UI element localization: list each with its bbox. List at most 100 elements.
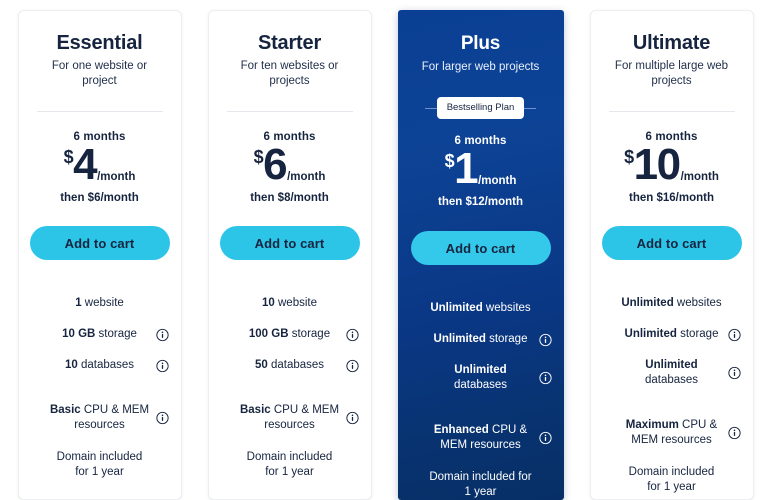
feature-item: Enhanced CPU & MEM resources [408,415,554,461]
plan-name: Plus [460,33,501,54]
feature-label: 10 website [262,296,317,311]
feature-highlight: Basic [49,404,81,416]
info-icon[interactable] [727,328,741,341]
renewal-price: then $6/month [60,192,139,204]
feature-rest: CPU & MEM resources [74,404,150,431]
feature-highlight: 100 GB [248,328,289,340]
add-to-cart-button[interactable]: Add to cart [29,226,170,260]
feature-list: Unlimited websites Unlimited storage Unlim… [601,288,743,495]
feature-label: 50 databases [255,358,324,373]
feature-label: Basic CPU & MEM resources [49,403,151,433]
feature-label: Unlimited storage [625,327,719,342]
feature-item: 50 databases [219,350,361,381]
feature-label: Domain included for 1 year [239,450,341,480]
feature-rest: Domain included for 1 year [628,465,715,493]
feature-label: Unlimited storage [434,332,528,347]
currency-symbol: $ [444,151,455,171]
info-icon[interactable] [538,333,552,346]
bestselling-badge-row: Bestselling Plan [408,97,554,119]
info-icon[interactable] [345,359,359,372]
feature-rest: storage [485,333,528,345]
renewal-price: then $12/month [438,196,523,208]
price-amount: 1 [454,144,478,193]
currency-symbol: $ [624,147,634,167]
feature-item: Unlimited websites [601,288,743,319]
feature-rest: Domain included for 1 year [246,450,333,478]
card-divider [226,111,353,112]
info-icon[interactable] [345,411,359,425]
feature-label: Maximum CPU & MEM resources [621,418,723,448]
feature-highlight: Unlimited [454,364,507,376]
feature-highlight: Unlimited [645,359,698,371]
feature-item: 1 website [29,288,171,319]
feature-highlight: Basic [239,404,271,416]
info-icon[interactable] [155,328,169,341]
feature-highlight: Enhanced [433,424,489,436]
info-icon[interactable] [155,359,169,372]
add-to-cart-button[interactable]: Add to cart [601,226,742,260]
feature-item: 100 GB storage [219,319,361,350]
feature-label: Enhanced CPU & MEM resources [428,423,534,453]
feature-highlight: 10 GB [62,328,96,340]
add-to-cart-button[interactable]: Add to cart [410,231,551,265]
renewal-price: then $16/month [629,192,714,204]
feature-label: Domain included for 1 year [428,470,534,500]
feature-rest: CPU & MEM resources [264,404,340,431]
price-row: $4/month [63,143,136,187]
feature-rest: databases [77,359,135,371]
price-period: /month [287,170,326,183]
feature-label: Basic CPU & MEM resources [239,403,341,433]
feature-rest: storage [676,328,719,340]
badge-divider-left [424,107,437,109]
feature-rest: website [274,297,317,309]
feature-list: 1 website 10 GB storage 10 databases Basic … [29,288,171,480]
price-amount: 10 [633,140,681,189]
feature-item: Unlimited storage [408,324,554,355]
info-icon[interactable] [727,426,741,440]
feature-highlight: Unlimited [621,297,674,309]
price-period: /month [97,170,136,183]
feature-item: Unlimited storage [601,319,743,350]
feature-rest: website [81,297,124,309]
feature-label: 1 website [75,296,124,311]
pricing-card-essential: Essential For one website or project 6 mon… [17,10,182,500]
feature-rest: databases [453,379,508,391]
feature-item: Basic CPU & MEM resources [29,395,171,441]
plan-tagline: For larger web projects [421,61,540,73]
feature-list: Unlimited websites Unlimited storage Unlim… [408,293,554,500]
info-icon[interactable] [727,366,741,380]
feature-highlight: Unlimited [433,333,486,345]
feature-label: 10 GB storage [62,327,137,342]
plan-name: Essential [56,32,143,54]
info-icon[interactable] [155,411,169,425]
add-to-cart-button[interactable]: Add to cart [219,226,360,260]
price-period: /month [478,174,517,187]
feature-label: 100 GB storage [249,327,330,342]
feature-item: Domain included for 1 year [29,449,171,480]
feature-rest: Domain included for 1 year [56,450,143,478]
feature-item: Domain included for 1 year [601,464,743,495]
plan-tagline: For ten websites or projects [240,60,339,87]
info-icon[interactable] [345,328,359,341]
feature-label: Unlimited websites [621,296,721,311]
currency-symbol: $ [63,147,74,167]
feature-highlight: 10 [262,297,275,309]
feature-item: 10 databases [29,350,171,381]
feature-highlight: 50 [254,359,268,371]
info-icon[interactable] [538,371,552,385]
feature-item: Unlimited databases [601,350,743,396]
feature-item: Domain included for 1 year [219,449,361,480]
price-row: $1/month [444,144,517,193]
renewal-price: then $8/month [250,192,329,204]
feature-rest: websites [482,302,531,314]
feature-item: Unlimited websites [408,293,554,324]
feature-item: 10 GB storage [29,319,171,350]
feature-rest: Domain included for 1 year [429,470,532,498]
card-divider [608,111,735,112]
pricing-card-ultimate: Ultimate For multiple large web projects 6… [589,10,754,500]
bestselling-badge: Bestselling Plan [436,97,525,119]
feature-rest: databases [267,359,325,371]
feature-highlight: 10 [64,359,78,371]
info-icon[interactable] [538,431,552,445]
feature-item: Basic CPU & MEM resources [219,395,361,441]
